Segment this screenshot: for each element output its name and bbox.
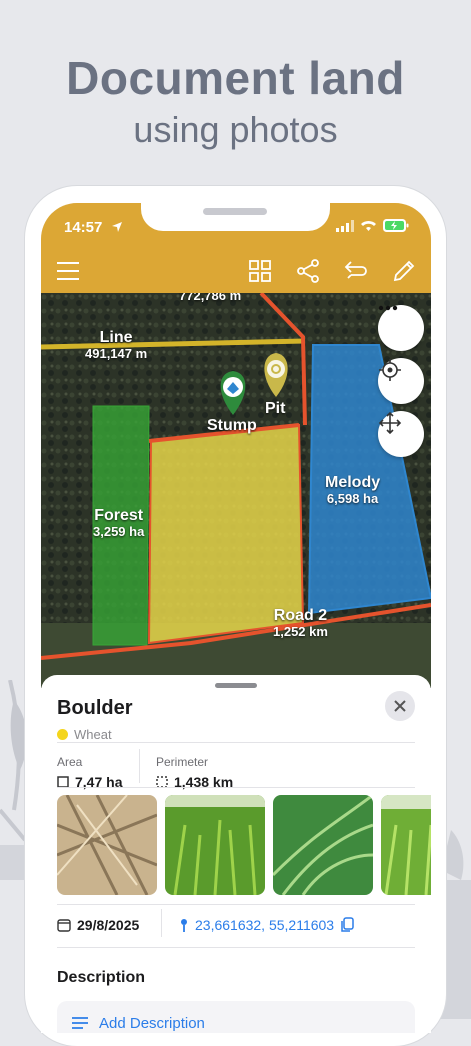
photo-strip[interactable]: [57, 795, 431, 895]
stat-separator: [139, 749, 140, 783]
close-sheet-button[interactable]: [385, 691, 415, 721]
signal-icon: [336, 219, 354, 232]
photo-grass-closeup[interactable]: [273, 795, 373, 895]
crop-name: Wheat: [74, 727, 112, 742]
divider: [57, 787, 415, 788]
grass-closeup-photo-icon: [273, 795, 373, 895]
road-2-label: Road 2 1,252 km: [273, 607, 328, 640]
crop-rows-photo-icon: [381, 795, 431, 895]
crop-color-dot: [57, 729, 68, 740]
stump-label: Stump: [207, 417, 257, 434]
edit-pencil-icon[interactable]: [391, 258, 417, 284]
move-arrows-icon: [378, 411, 402, 435]
coordinates-row[interactable]: 23,661632, 55,211603: [179, 917, 354, 933]
more-options-button[interactable]: [378, 305, 424, 351]
phone-notch: [141, 186, 330, 231]
share-icon[interactable]: [295, 258, 321, 284]
add-description-button[interactable]: Add Description: [57, 1001, 415, 1033]
headline: Document land using photos: [0, 52, 471, 152]
close-icon: [394, 700, 406, 712]
melody-label: Melody 6,598 ha: [325, 474, 381, 507]
perimeter-stat: Perimeter 1,438 km: [156, 755, 233, 790]
divider: [57, 742, 415, 743]
crop-tag: Wheat: [57, 727, 112, 742]
forest-label: Forest 3,259 ha: [93, 507, 145, 540]
more-dots-icon: [378, 305, 398, 311]
pin-icon: [181, 919, 187, 932]
area-stat: Area 7,47 ha: [57, 755, 122, 790]
location-arrow-icon: [112, 222, 122, 232]
date-value: 29/8/2025: [77, 917, 140, 933]
menu-icon[interactable]: [55, 258, 81, 284]
speaker-grille: [203, 208, 267, 215]
headline-title: Document land: [66, 52, 405, 104]
copy-icon[interactable]: [340, 917, 354, 933]
green-field-photo-icon: [165, 795, 265, 895]
area-label: Area: [57, 755, 83, 769]
grid-icon[interactable]: [247, 258, 273, 284]
top-path-label: 772,786 m: [179, 293, 242, 303]
crosshair-location-icon: [379, 359, 401, 381]
calendar-icon: [57, 919, 71, 932]
wheat-photo-icon: [57, 795, 157, 895]
sheet-grab-handle[interactable]: [215, 683, 257, 688]
text-lines-icon: [72, 1017, 88, 1029]
photo-crop-rows[interactable]: [381, 795, 431, 895]
field-title: Boulder: [57, 697, 133, 719]
field-details-sheet: Boulder Wheat Area 7,47 ha Perimeter 1,4…: [41, 675, 431, 1033]
status-time: 14:57: [64, 219, 103, 236]
add-description-label: Add Description: [99, 1014, 205, 1032]
move-button[interactable]: [378, 411, 424, 457]
photo-green-field[interactable]: [165, 795, 265, 895]
row-separator: [161, 909, 162, 937]
photo-wheat-ears[interactable]: [57, 795, 157, 895]
date-row: 29/8/2025: [57, 917, 139, 933]
undo-icon[interactable]: [343, 258, 369, 284]
divider: [57, 904, 415, 905]
line-label: Line 491,147 m: [85, 329, 148, 362]
headline-subtitle: using photos: [133, 109, 338, 150]
divider: [57, 947, 415, 948]
locate-me-button[interactable]: [378, 358, 424, 404]
satellite-map[interactable]: 772,786 m Line 491,147 m Pit Stump Fores…: [41, 293, 431, 688]
description-heading: Description: [57, 969, 146, 986]
perimeter-label: Perimeter: [156, 755, 209, 769]
map-toolbar: [41, 248, 431, 293]
app-screen: 14:57 772,786 m Line 491,147 m Pit Stump…: [41, 203, 431, 1033]
pit-label: Pit: [265, 400, 286, 417]
coordinates-value: 23,661632, 55,211603: [195, 917, 335, 933]
wifi-icon: [361, 220, 376, 231]
battery-icon: [383, 219, 409, 232]
